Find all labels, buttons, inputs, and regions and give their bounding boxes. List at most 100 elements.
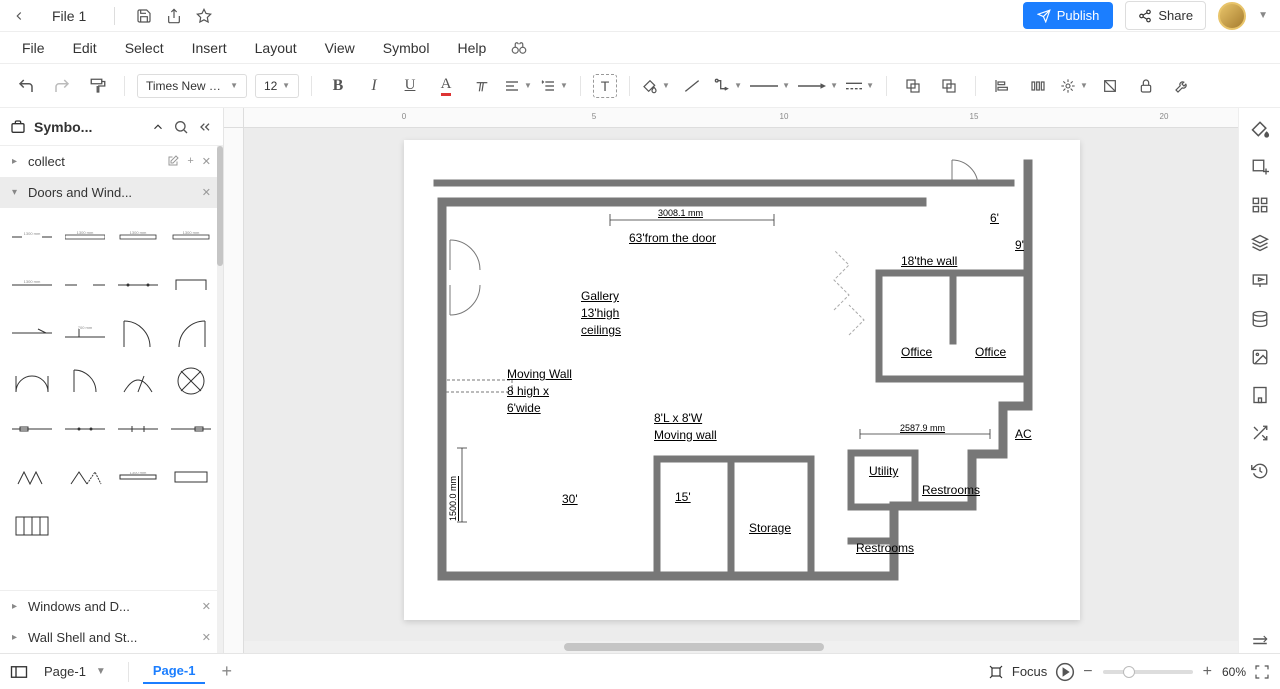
symbol-door-quarter[interactable] xyxy=(61,360,108,402)
snap-button[interactable]: ▼ xyxy=(1060,72,1088,100)
floorplan[interactable] xyxy=(404,140,1080,620)
label-utility[interactable]: Utility xyxy=(869,463,898,480)
undo-button[interactable] xyxy=(12,72,40,100)
menu-help[interactable]: Help xyxy=(443,34,500,62)
presentation-icon[interactable] xyxy=(1249,270,1271,292)
label-30[interactable]: 30' xyxy=(562,491,578,508)
label-storage[interactable]: Storage xyxy=(749,520,791,537)
arrow-style-button[interactable]: ▼ xyxy=(798,72,838,100)
label-ac[interactable]: AC xyxy=(1015,426,1032,443)
bring-front-button[interactable] xyxy=(935,72,963,100)
symbol-slider-2[interactable] xyxy=(8,408,55,450)
clear-format-button[interactable] xyxy=(468,72,496,100)
add-symbol-icon[interactable] xyxy=(1249,156,1271,178)
zoom-in-button[interactable]: + xyxy=(1203,663,1212,681)
export-icon[interactable] xyxy=(165,7,183,25)
symbol-slider-5[interactable] xyxy=(168,408,215,450)
play-button[interactable] xyxy=(1055,662,1075,682)
menu-symbol[interactable]: Symbol xyxy=(369,34,444,62)
canvas-scrollbar-horizontal[interactable] xyxy=(244,641,1238,653)
bold-button[interactable]: B xyxy=(324,72,352,100)
avatar[interactable] xyxy=(1218,2,1246,30)
label-office2[interactable]: Office xyxy=(975,344,1006,361)
symbol-bifold[interactable] xyxy=(8,456,55,498)
add-page-button[interactable]: + xyxy=(213,661,240,682)
page-layout-icon[interactable] xyxy=(10,665,28,679)
line-dash-button[interactable]: ▼ xyxy=(846,72,874,100)
zoom-out-button[interactable]: − xyxy=(1083,663,1092,681)
symbol-door-arc[interactable] xyxy=(115,360,162,402)
line-color-button[interactable] xyxy=(678,72,706,100)
line-style-button[interactable]: ▼ xyxy=(750,72,790,100)
menu-layout[interactable]: Layout xyxy=(241,34,311,62)
page[interactable]: 3008.1 mm 2587.9 mm 1500.0 mm 63'from th… xyxy=(404,140,1080,620)
font-size-select[interactable]: 12▼ xyxy=(255,74,299,98)
connector-button[interactable]: ▼ xyxy=(714,72,742,100)
sidebar-scrollbar[interactable] xyxy=(217,146,223,653)
share-button[interactable]: Share xyxy=(1125,1,1206,30)
symbol-opening-2[interactable]: 1300 mm xyxy=(8,264,55,306)
paint-bucket-icon[interactable] xyxy=(1249,118,1271,140)
canvas-viewport[interactable]: 3008.1 mm 2587.9 mm 1500.0 mm 63'from th… xyxy=(244,128,1238,641)
binoculars-icon[interactable] xyxy=(500,33,538,63)
italic-button[interactable]: I xyxy=(360,72,388,100)
section-close[interactable]: ✕ xyxy=(202,186,211,199)
symbol-opening-4[interactable] xyxy=(115,264,162,306)
sidebar-caret-icon[interactable] xyxy=(151,120,165,134)
symbol-slider-4[interactable] xyxy=(115,408,162,450)
sidebar-section-collect[interactable]: ▸ collect +✕ xyxy=(0,146,223,177)
search-icon[interactable] xyxy=(173,119,189,135)
star-icon[interactable] xyxy=(195,7,213,25)
page-dropdown[interactable]: Page-1 ▼ xyxy=(36,660,114,683)
format-painter-button[interactable] xyxy=(84,72,112,100)
menu-insert[interactable]: Insert xyxy=(178,34,241,62)
focus-toggle[interactable]: Focus xyxy=(988,664,1047,680)
symbol-wall-opening-2[interactable]: 1300 mm xyxy=(115,216,162,258)
symbol-window-box[interactable] xyxy=(168,456,215,498)
menu-view[interactable]: View xyxy=(311,34,369,62)
sidebar-section-doors[interactable]: ▾ Doors and Wind... ✕ xyxy=(0,177,223,208)
back-button[interactable] xyxy=(12,9,32,23)
sidebar-section-wallshell[interactable]: ▸ Wall Shell and St... ✕ xyxy=(0,622,223,653)
layers-icon[interactable] xyxy=(1249,232,1271,254)
symbol-garage-door[interactable] xyxy=(8,504,55,546)
zoom-value[interactable]: 60% xyxy=(1222,665,1246,679)
fill-button[interactable]: ▼ xyxy=(642,72,670,100)
zoom-slider[interactable] xyxy=(1103,670,1193,674)
symbol-wall-opening-3[interactable]: 1300 mm xyxy=(168,216,215,258)
menu-edit[interactable]: Edit xyxy=(59,34,111,62)
label-office1[interactable]: Office xyxy=(901,344,932,361)
sidebar-section-windows[interactable]: ▸ Windows and D... ✕ xyxy=(0,591,223,622)
section-close[interactable]: ✕ xyxy=(202,631,211,644)
shuffle-icon[interactable] xyxy=(1249,422,1271,444)
effects-button[interactable] xyxy=(1096,72,1124,100)
underline-button[interactable]: U xyxy=(396,72,424,100)
menu-select[interactable]: Select xyxy=(111,34,178,62)
text-tool-button[interactable]: T xyxy=(593,74,617,98)
lock-button[interactable] xyxy=(1132,72,1160,100)
font-family-select[interactable]: Times New Ro...▼ xyxy=(137,74,247,98)
symbol-slider-3[interactable] xyxy=(61,408,108,450)
menu-icon[interactable] xyxy=(1249,631,1271,653)
database-icon[interactable] xyxy=(1249,308,1271,330)
redo-button[interactable] xyxy=(48,72,76,100)
symbol-window-bay[interactable] xyxy=(168,264,215,306)
symbol-slider[interactable] xyxy=(8,312,55,354)
symbol-bifold-2[interactable] xyxy=(61,456,108,498)
symbol-wall-opening[interactable]: 1300 mm xyxy=(61,216,108,258)
label-movingwall1[interactable]: Moving Wall 8 high x 6'wide xyxy=(507,366,572,416)
align-objects-button[interactable] xyxy=(988,72,1016,100)
label-6[interactable]: 6' xyxy=(990,210,999,227)
tools-button[interactable] xyxy=(1168,72,1196,100)
label-movingwall2[interactable]: 8'L x 8'W Moving wall xyxy=(654,410,717,444)
send-back-button[interactable] xyxy=(899,72,927,100)
symbol-window-2[interactable]: 1300 mm xyxy=(115,456,162,498)
label-18[interactable]: 18'the wall xyxy=(901,253,957,270)
section-actions[interactable]: +✕ xyxy=(167,155,211,168)
symbol-door-swing-rev[interactable] xyxy=(168,312,215,354)
symbol-door-small[interactable]: 700 mm xyxy=(61,312,108,354)
save-icon[interactable] xyxy=(135,7,153,25)
image-icon[interactable] xyxy=(1249,346,1271,368)
align-button[interactable]: ▼ xyxy=(504,72,532,100)
publish-button[interactable]: Publish xyxy=(1023,2,1114,29)
